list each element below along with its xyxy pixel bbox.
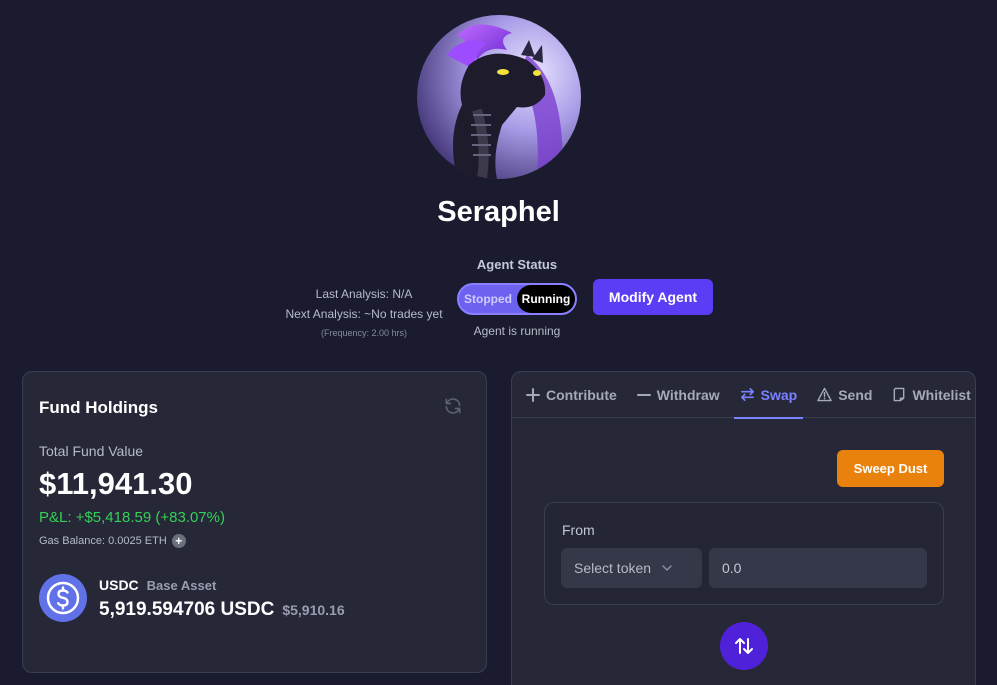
tab-withdraw[interactable]: Withdraw bbox=[635, 372, 722, 418]
tab-label: Swap bbox=[760, 386, 798, 403]
add-gas-icon[interactable]: + bbox=[171, 534, 186, 548]
modify-agent-button[interactable]: Modify Agent bbox=[593, 279, 713, 315]
tab-contribute[interactable]: Contribute bbox=[524, 372, 619, 418]
tab-label: Contribute bbox=[546, 386, 617, 403]
agent-status-text: Agent is running bbox=[473, 324, 561, 338]
asset-balance: 5,919.594706 USDC bbox=[99, 599, 275, 620]
total-fund-value-label: Total Fund Value bbox=[39, 443, 144, 459]
swap-direction-button[interactable] bbox=[720, 622, 768, 670]
sweep-dust-button[interactable]: Sweep Dust bbox=[837, 450, 944, 487]
amount-input[interactable] bbox=[709, 548, 927, 588]
action-tabs: Contribute Withdraw Swap Send Whitelist bbox=[512, 372, 975, 419]
toggle-running-option[interactable]: Running bbox=[517, 285, 575, 313]
usdc-icon bbox=[39, 574, 87, 622]
warning-triangle-icon bbox=[817, 387, 832, 402]
asset-balance-row: 5,919.594706 USDC $5,910.16 bbox=[99, 599, 345, 621]
token-select-placeholder: Select token bbox=[574, 560, 652, 576]
last-analysis: Last Analysis: N/A bbox=[315, 287, 413, 301]
chevron-down-icon bbox=[662, 565, 672, 571]
analysis-info: Last Analysis: N/A Next Analysis: ~No tr… bbox=[270, 284, 458, 340]
swap-from-box: From Select token bbox=[544, 502, 944, 605]
token-select[interactable]: Select token bbox=[561, 548, 702, 588]
fund-holdings-card: Fund Holdings Total Fund Value $11,941.3… bbox=[22, 371, 487, 673]
asset-usd-value: $5,910.16 bbox=[282, 602, 345, 618]
pnl-value: P&L: +$5,418.59 (+83.07%) bbox=[39, 509, 225, 526]
swap-arrows-icon bbox=[740, 388, 754, 401]
agent-status-title: Agent Status bbox=[476, 257, 558, 272]
gas-balance: Gas Balance: 0.0025 ETH + bbox=[39, 534, 186, 548]
asset-symbol: USDC bbox=[99, 577, 139, 593]
agent-name: Seraphel bbox=[437, 196, 560, 228]
tab-label: Whitelist bbox=[912, 386, 971, 403]
next-analysis: Next Analysis: ~No trades yet bbox=[285, 307, 443, 321]
tab-label: Send bbox=[838, 386, 873, 403]
asset-header: USDC Base Asset bbox=[99, 577, 216, 593]
agent-avatar bbox=[417, 15, 581, 179]
document-icon bbox=[894, 387, 905, 402]
tab-label: Withdraw bbox=[656, 386, 720, 403]
tab-send[interactable]: Send bbox=[815, 372, 874, 418]
agent-page: Seraphel Last Analysis: N/A Next Analysi… bbox=[0, 0, 997, 685]
gas-balance-text: Gas Balance: 0.0025 ETH bbox=[39, 535, 167, 547]
from-label: From bbox=[562, 522, 595, 538]
agent-status-toggle[interactable]: Stopped Running bbox=[457, 283, 577, 315]
actions-panel: Contribute Withdraw Swap Send Whitelist … bbox=[511, 371, 976, 685]
swap-vertical-icon bbox=[735, 638, 753, 654]
analysis-frequency: (Frequency: 2.00 hrs) bbox=[320, 328, 408, 338]
total-fund-value: $11,941.30 bbox=[39, 466, 193, 501]
tab-swap[interactable]: Swap bbox=[733, 372, 803, 419]
plus-icon bbox=[526, 387, 540, 402]
refresh-icon[interactable] bbox=[443, 396, 463, 416]
toggle-stopped-option[interactable]: Stopped bbox=[459, 292, 517, 306]
fund-holdings-title: Fund Holdings bbox=[39, 398, 158, 417]
tab-whitelist[interactable]: Whitelist bbox=[890, 372, 972, 418]
minus-icon bbox=[636, 393, 651, 396]
asset-tag: Base Asset bbox=[146, 578, 217, 593]
